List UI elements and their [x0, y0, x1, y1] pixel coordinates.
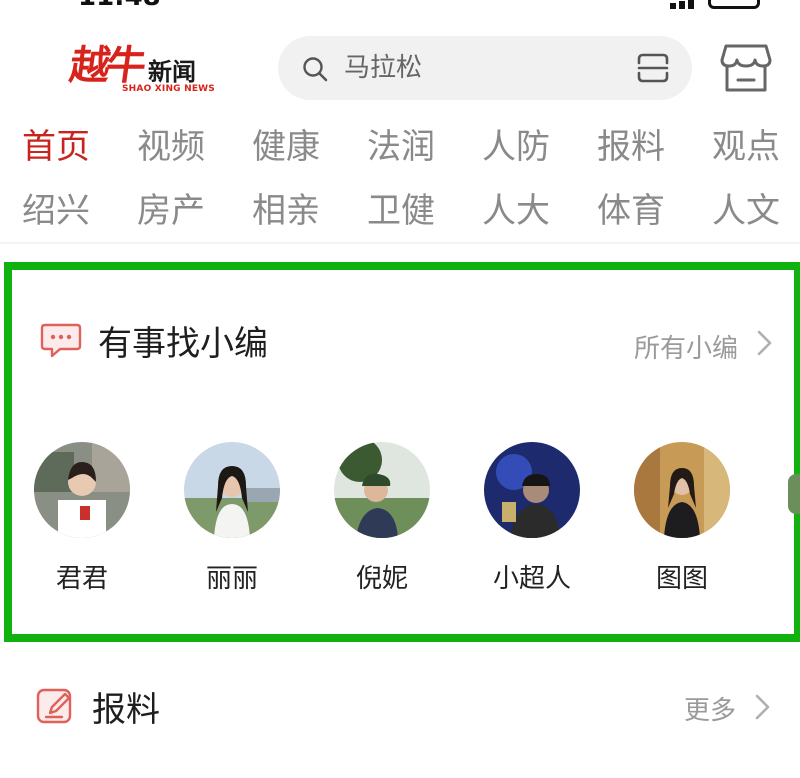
- avatar: [634, 442, 730, 538]
- category-tab[interactable]: 视频: [137, 124, 252, 170]
- avatar: [484, 442, 580, 538]
- report-section-title: 报料: [92, 690, 160, 730]
- battery-icon: [708, 0, 760, 9]
- report-more-link[interactable]: 更多: [684, 690, 736, 727]
- chevron-right-icon[interactable]: [752, 692, 772, 722]
- signal-icon: [670, 0, 694, 9]
- editor-item[interactable]: 图图: [634, 442, 730, 595]
- avatar: [334, 442, 430, 538]
- logo-text: 新闻: [148, 58, 196, 86]
- avatar: [34, 442, 130, 538]
- logo-subtitle: SHAO XING NEWS: [122, 84, 215, 94]
- app-logo: 越牛 新闻 SHAO XING NEWS: [67, 40, 215, 96]
- category-tab[interactable]: 观点: [712, 124, 800, 170]
- editor-section: 有事找小编 所有小编 君君 丽丽 倪妮 小超人 图图: [4, 262, 800, 642]
- chevron-right-icon[interactable]: [754, 328, 774, 358]
- edit-report-icon: [36, 688, 72, 724]
- status-icons: [670, 0, 760, 9]
- category-tab[interactable]: 首页: [22, 124, 137, 170]
- editor-item[interactable]: 君君: [34, 442, 130, 595]
- store-icon[interactable]: [718, 40, 774, 96]
- search-bar[interactable]: [278, 36, 692, 100]
- category-tab[interactable]: 房产: [137, 188, 252, 234]
- category-tab[interactable]: 体育: [597, 188, 712, 234]
- editor-list: 君君 丽丽 倪妮 小超人 图图: [34, 442, 730, 595]
- search-icon: [303, 57, 328, 82]
- editor-item[interactable]: 丽丽: [184, 442, 280, 595]
- editor-name: 图图: [655, 564, 708, 594]
- category-tab[interactable]: 人大: [482, 188, 597, 234]
- editor-name: 倪妮: [355, 564, 408, 594]
- category-row-2: 绍兴 房产 相亲 卫健 人大 体育 人文: [22, 188, 800, 234]
- divider: [0, 242, 800, 244]
- category-tab[interactable]: 人文: [712, 188, 800, 234]
- category-tab[interactable]: 人防: [482, 124, 597, 170]
- editor-name: 君君: [55, 564, 108, 594]
- category-tab[interactable]: 健康: [252, 124, 367, 170]
- category-tab[interactable]: 卫健: [367, 188, 482, 234]
- next-editor-avatar-partial: [788, 474, 800, 514]
- scan-icon[interactable]: [636, 52, 670, 84]
- editor-name: 小超人: [492, 564, 571, 594]
- section-title: 有事找小编: [98, 324, 268, 364]
- category-tab[interactable]: 绍兴: [22, 188, 137, 234]
- avatar: [184, 442, 280, 538]
- editor-item[interactable]: 小超人: [484, 442, 580, 595]
- category-tab[interactable]: 相亲: [252, 188, 367, 234]
- category-tab[interactable]: 报料: [597, 124, 712, 170]
- category-row-1: 首页 视频 健康 法润 人防 报料 观点: [22, 124, 800, 170]
- editor-name: 丽丽: [205, 564, 258, 594]
- all-editors-link[interactable]: 所有小编: [634, 328, 738, 365]
- status-bar: 11:48: [0, 0, 800, 12]
- editor-item[interactable]: 倪妮: [334, 442, 430, 595]
- status-time: 11:48: [78, 0, 161, 12]
- search-input[interactable]: [344, 36, 624, 100]
- category-tab[interactable]: 法润: [367, 124, 482, 170]
- chat-bubble-icon: [40, 323, 82, 358]
